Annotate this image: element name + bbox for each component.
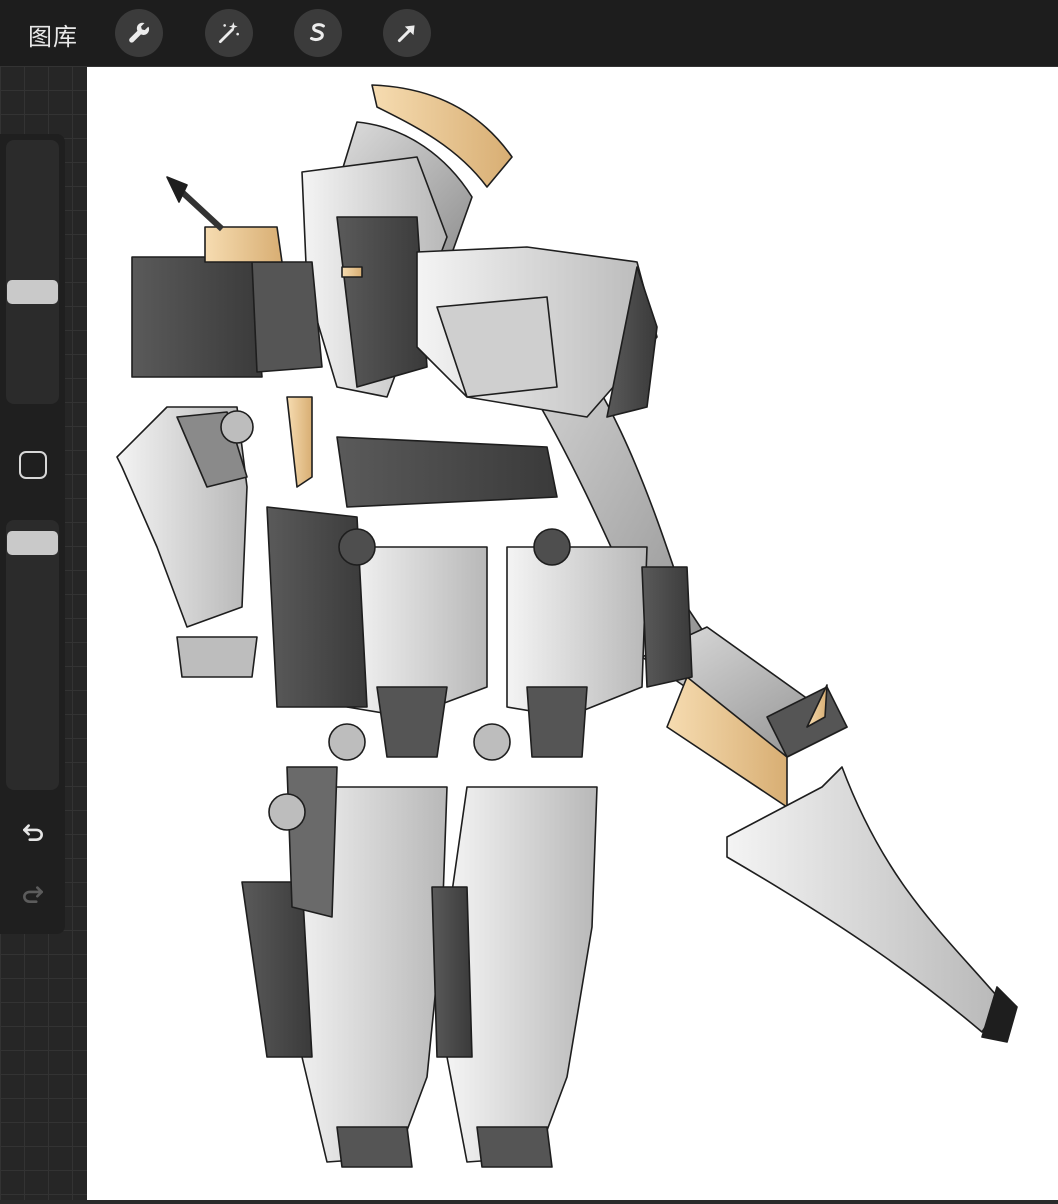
wrench-icon	[129, 22, 150, 43]
modify-square-icon[interactable]	[19, 451, 47, 479]
gallery-button[interactable]: 图库	[28, 17, 78, 52]
transform-button[interactable]	[383, 9, 431, 57]
redo-icon	[23, 886, 43, 903]
actions-button[interactable]	[115, 9, 163, 57]
mecha-artwork	[116, 84, 1018, 1168]
selection-s-icon	[309, 23, 325, 41]
adjustments-button[interactable]	[205, 9, 253, 57]
magic-wand-icon	[218, 22, 239, 44]
opacity-slider-thumb[interactable]	[7, 531, 58, 555]
drawing-canvas[interactable]	[87, 67, 1058, 1200]
undo-button[interactable]	[16, 814, 50, 848]
top-toolbar: 图库	[0, 0, 1058, 66]
undo-icon	[23, 824, 43, 841]
opacity-slider[interactable]	[6, 520, 59, 790]
arrow-cursor-icon	[397, 25, 415, 43]
left-sidebar	[0, 134, 65, 934]
selection-button[interactable]	[294, 9, 342, 57]
redo-button[interactable]	[16, 876, 50, 910]
brush-size-slider-thumb[interactable]	[7, 280, 58, 304]
brush-size-slider[interactable]	[6, 140, 59, 404]
